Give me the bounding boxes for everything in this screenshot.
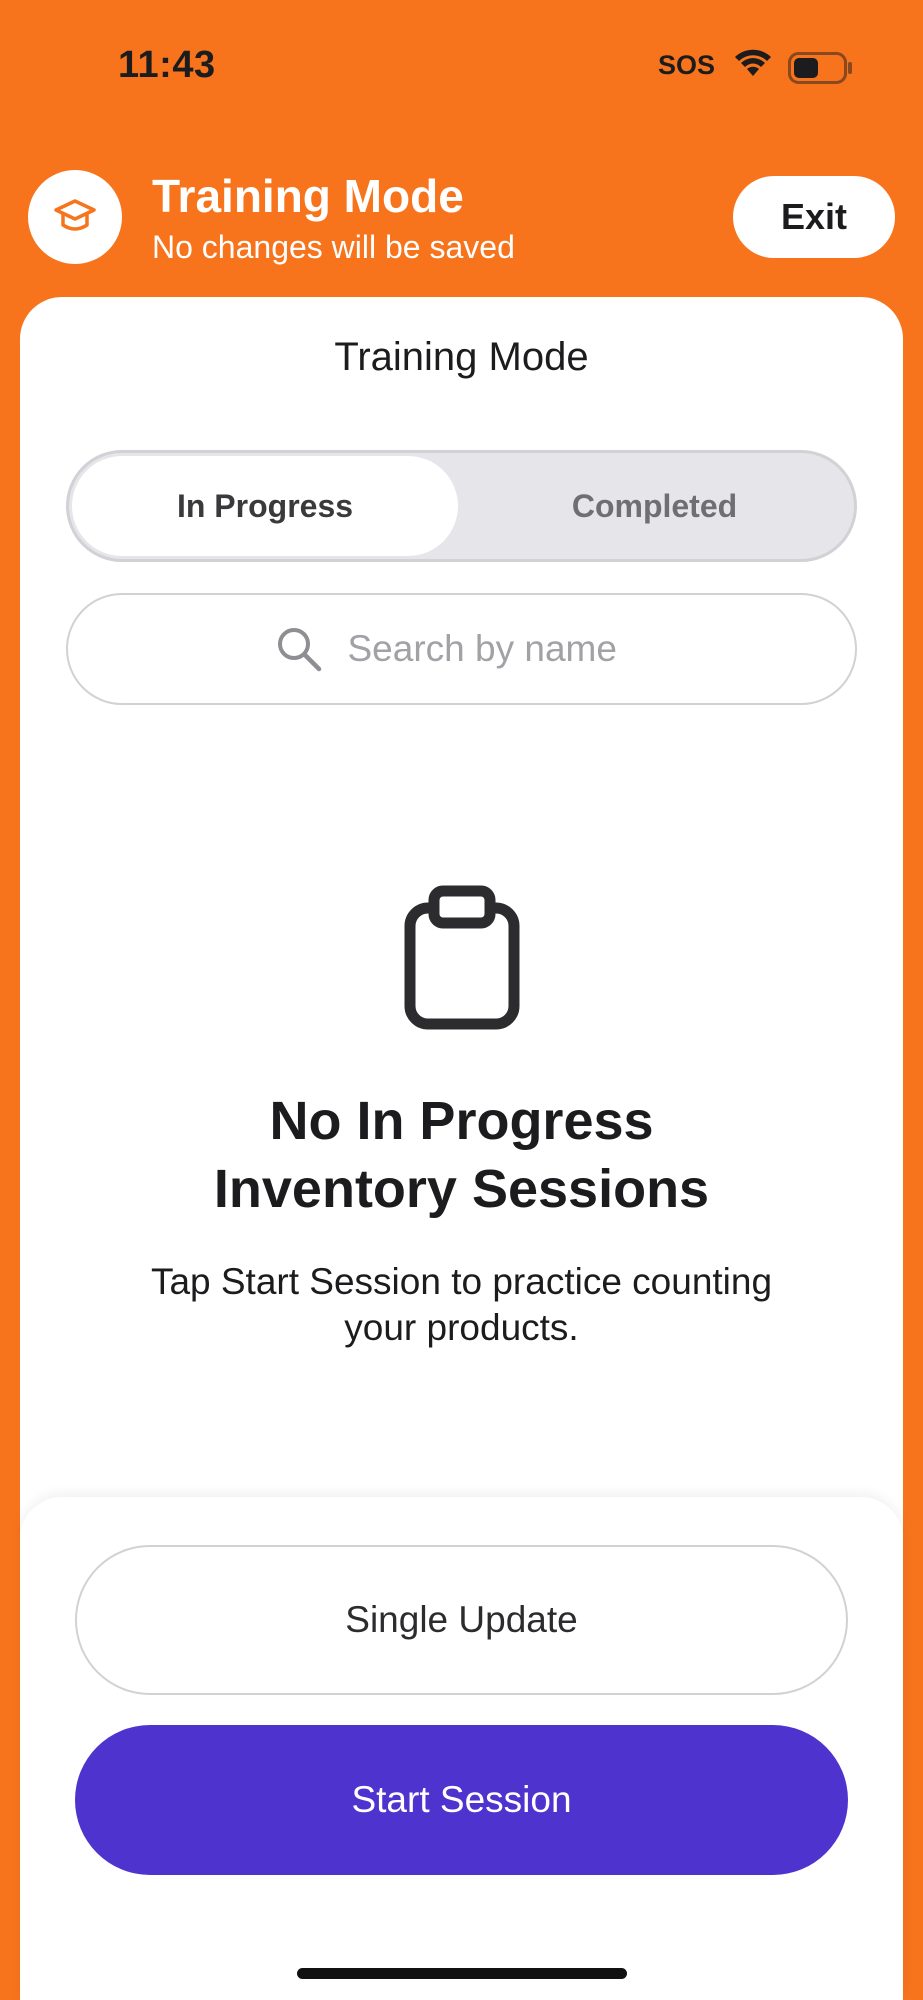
start-session-button[interactable]: Start Session <box>75 1725 848 1875</box>
page-title: Training Mode <box>334 335 589 379</box>
empty-state-description: Tap Start Session to practice counting y… <box>100 1259 823 1351</box>
search-bar[interactable] <box>66 593 857 705</box>
home-indicator[interactable] <box>297 1968 627 1979</box>
empty-state-title: No In Progress Inventory Sessions <box>20 1087 903 1223</box>
search-input[interactable] <box>345 627 650 671</box>
tab-in-progress[interactable]: In Progress <box>72 456 458 556</box>
empty-state-desc-line1: Tap Start Session to practice counting <box>150 1261 773 1302</box>
status-time: 11:43 <box>118 44 216 86</box>
exit-button[interactable]: Exit <box>733 176 895 258</box>
empty-state-title-line1: No In Progress <box>269 1091 654 1151</box>
search-icon <box>277 628 321 672</box>
empty-state-title-line2: Inventory Sessions <box>213 1159 710 1219</box>
battery-icon <box>788 52 852 84</box>
graduation-cap-icon <box>28 170 122 264</box>
action-panel: Single Update Start Session <box>20 1497 903 2000</box>
clipboard-icon <box>404 885 520 1030</box>
header-title: Training Mode <box>152 170 464 222</box>
status-segmented-control: In Progress Completed <box>66 450 857 562</box>
wifi-icon <box>735 49 771 76</box>
single-update-button[interactable]: Single Update <box>75 1545 848 1695</box>
tab-completed[interactable]: Completed <box>458 456 851 556</box>
empty-state-desc-line2: your products. <box>344 1307 579 1348</box>
training-header: Training Mode No changes will be saved E… <box>0 170 923 280</box>
status-bar: 11:43 SOS <box>0 0 923 130</box>
header-subtitle: No changes will be saved <box>152 229 515 265</box>
sos-indicator: SOS <box>658 50 716 80</box>
